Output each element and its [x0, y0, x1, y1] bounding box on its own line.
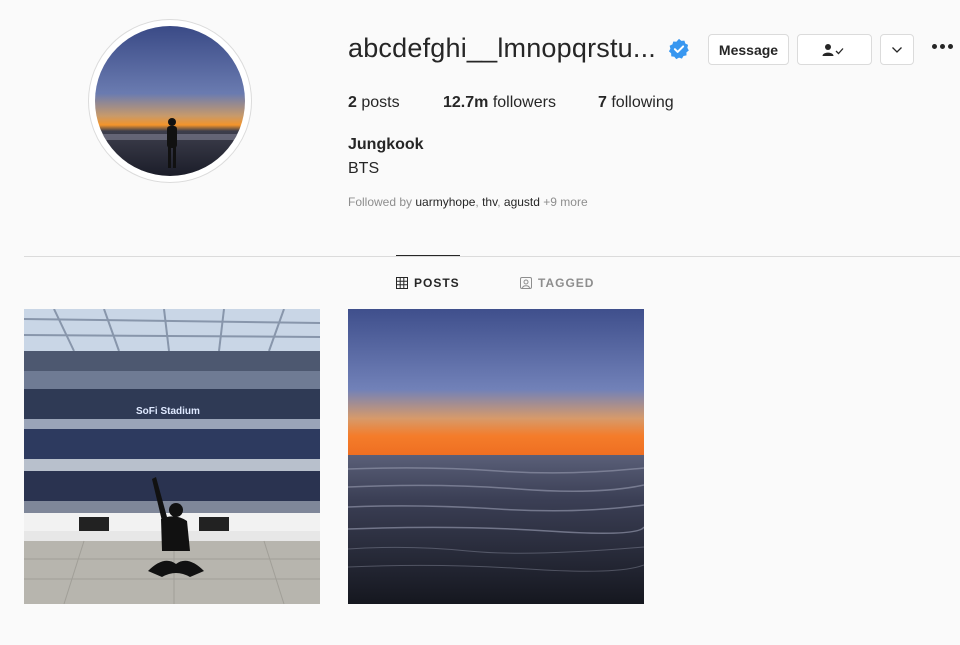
stadium-photo — [24, 309, 320, 604]
avatar[interactable] — [95, 26, 245, 176]
more-dots-icon[interactable] — [932, 44, 953, 49]
stadium-sign: SoFi Stadium — [136, 406, 200, 417]
followers-link[interactable]: 12.7m followers — [443, 94, 556, 112]
suggested-dropdown-button[interactable] — [880, 34, 914, 65]
post-thumbnail[interactable] — [348, 309, 644, 604]
avatar-image — [95, 26, 245, 176]
posts-count: 2 posts — [348, 94, 400, 111]
tabs-divider — [24, 256, 960, 257]
following-button[interactable] — [797, 34, 872, 65]
tab-tagged[interactable]: TAGGED — [520, 276, 594, 290]
verified-badge-icon — [668, 38, 689, 60]
sunset-beach-photo — [348, 309, 644, 604]
full-name: Jungkook — [348, 136, 424, 153]
active-tab-indicator — [396, 255, 460, 256]
grid-icon — [396, 277, 408, 289]
following-link[interactable]: 7 following — [598, 94, 674, 112]
followed-by[interactable]: Followed by uarmyhope, thv, agustd +9 mo… — [348, 195, 588, 209]
username: abcdefghi__lmnopqrstu... — [348, 33, 656, 63]
followed-by-user[interactable]: agustd — [504, 195, 540, 209]
chevron-down-icon — [892, 46, 902, 53]
person-check-icon — [822, 43, 843, 56]
message-button[interactable]: Message — [708, 34, 789, 65]
tab-posts[interactable]: POSTS — [396, 276, 460, 290]
followed-by-user[interactable]: thv — [482, 195, 497, 209]
post-thumbnail[interactable]: SoFi Stadium — [24, 309, 320, 604]
tag-person-icon — [520, 277, 532, 289]
bio: BTS — [348, 160, 380, 177]
followed-by-user[interactable]: uarmyhope — [415, 195, 475, 209]
